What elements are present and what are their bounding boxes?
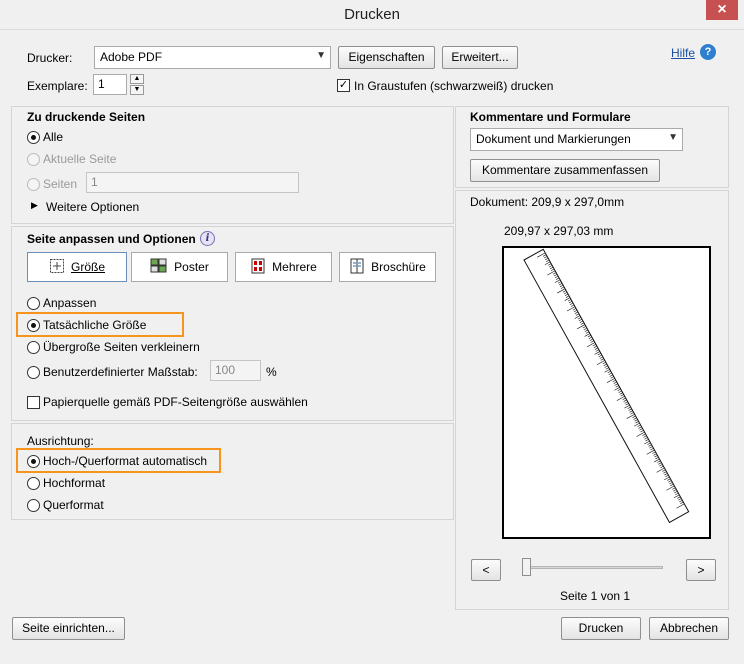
shrink-radio[interactable] xyxy=(27,341,40,354)
multiple-button[interactable]: Mehrere xyxy=(235,252,332,282)
copies-input[interactable]: 1 xyxy=(93,74,127,95)
orientation-heading: Ausrichtung: xyxy=(27,434,94,448)
poster-button[interactable]: Poster xyxy=(131,252,228,282)
size-button[interactable]: Größe xyxy=(27,252,127,282)
print-button[interactable]: Drucken xyxy=(561,617,641,640)
help-link[interactable]: Hilfe xyxy=(671,46,695,60)
expand-triangle-icon[interactable]: ▶ xyxy=(31,200,38,211)
pages-range-radio xyxy=(27,178,40,191)
summarize-comments-button[interactable]: Kommentare zusammenfassen xyxy=(470,159,660,182)
pages-range-label: Seiten xyxy=(43,177,78,191)
booklet-icon xyxy=(349,258,365,277)
properties-button[interactable]: Eigenschaften xyxy=(338,46,435,69)
paper-source-checkbox[interactable] xyxy=(27,396,40,409)
chevron-down-icon: ▼ xyxy=(316,50,326,61)
booklet-button[interactable]: Broschüre xyxy=(339,252,436,282)
page-preview xyxy=(502,246,711,539)
comments-heading: Kommentare und Formulare xyxy=(470,110,631,124)
pages-heading: Zu druckende Seiten xyxy=(27,110,146,124)
multiple-pages-icon xyxy=(250,258,266,277)
page-size: 209,97 x 297,03 mm xyxy=(504,224,614,238)
info-icon[interactable]: i xyxy=(200,231,215,246)
scale-input: 100 xyxy=(210,360,261,381)
grayscale-checkbox[interactable]: ✓ xyxy=(337,79,350,92)
sizing-heading: Seite anpassen und Optionen xyxy=(27,232,196,246)
auto-orientation-radio[interactable] xyxy=(27,455,40,468)
printer-select[interactable]: Adobe PDF ▼ xyxy=(94,46,331,69)
custom-scale-radio[interactable] xyxy=(27,366,40,379)
more-options-toggle[interactable]: Weitere Optionen xyxy=(46,200,139,214)
size-button-label: Größe xyxy=(70,260,105,274)
actual-size-radio[interactable] xyxy=(27,319,40,332)
printer-label: Drucker: xyxy=(27,51,73,65)
close-button[interactable]: × xyxy=(706,0,738,20)
comments-select[interactable]: Dokument und Markierungen ▼ xyxy=(470,128,683,151)
pages-all-radio[interactable] xyxy=(27,131,40,144)
fit-radio[interactable] xyxy=(27,297,40,310)
shrink-label: Übergroße Seiten verkleinern xyxy=(43,340,200,354)
page-setup-button[interactable]: Seite einrichten... xyxy=(12,617,125,640)
poster-icon xyxy=(150,258,168,277)
landscape-radio[interactable] xyxy=(27,499,40,512)
help-icon[interactable]: ? xyxy=(700,44,716,60)
pages-current-radio xyxy=(27,153,40,166)
percent-label: % xyxy=(266,365,277,379)
booklet-button-label: Broschüre xyxy=(371,260,426,274)
size-icon xyxy=(49,258,65,277)
window-title: Drucken xyxy=(344,6,400,23)
chevron-down-icon: ▼ xyxy=(668,132,678,143)
poster-button-label: Poster xyxy=(174,260,209,274)
page-info: Seite 1 von 1 xyxy=(560,589,631,603)
actual-size-label: Tatsächliche Größe xyxy=(43,318,147,332)
custom-scale-label: Benutzerdefinierter Maßstab: xyxy=(43,365,198,379)
copies-down-icon[interactable]: ▼ xyxy=(130,85,144,95)
auto-orientation-label: Hoch-/Querformat automatisch xyxy=(43,454,208,468)
page-slider-thumb[interactable] xyxy=(522,558,531,576)
portrait-radio[interactable] xyxy=(27,477,40,490)
cancel-button[interactable]: Abbrechen xyxy=(649,617,729,640)
copies-label: Exemplare: xyxy=(27,79,88,93)
portrait-label: Hochformat xyxy=(43,476,106,490)
paper-source-label: Papierquelle gemäß PDF-Seitengröße auswä… xyxy=(43,395,308,409)
comments-select-value: Dokument und Markierungen xyxy=(476,132,631,146)
grayscale-label: In Graustufen (schwarzweiß) drucken xyxy=(354,79,554,93)
copies-up-icon[interactable]: ▲ xyxy=(130,74,144,84)
advanced-button[interactable]: Erweitert... xyxy=(442,46,518,69)
prev-page-button[interactable]: < xyxy=(471,559,501,581)
pages-current-label: Aktuelle Seite xyxy=(43,152,117,166)
pages-all-label: Alle xyxy=(43,130,64,144)
landscape-label: Querformat xyxy=(43,498,104,512)
fit-label: Anpassen xyxy=(43,296,97,310)
ruler-image xyxy=(523,248,690,524)
pages-range-input: 1 xyxy=(86,172,299,193)
document-size: Dokument: 209,9 x 297,0mm xyxy=(470,195,625,209)
printer-select-value: Adobe PDF xyxy=(100,50,163,64)
next-page-button[interactable]: > xyxy=(686,559,716,581)
page-slider-track[interactable] xyxy=(522,566,663,569)
multiple-button-label: Mehrere xyxy=(272,260,317,274)
